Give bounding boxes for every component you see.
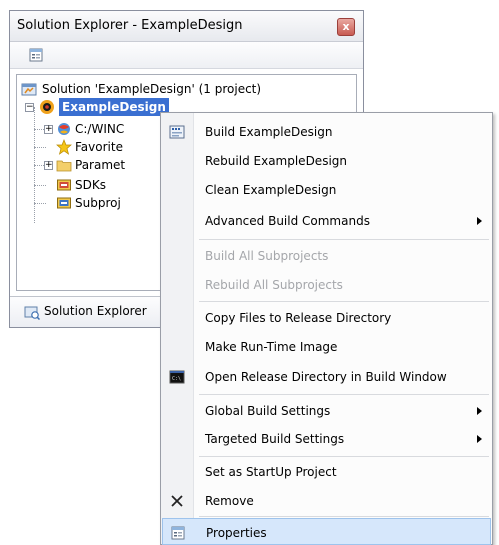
project-icon <box>40 100 54 114</box>
tree-item-solution[interactable]: Solution 'ExampleDesign' (1 project) <box>19 80 349 98</box>
tree-item-os-design[interactable]: + C:/WINC <box>19 120 149 138</box>
menu-item-label: Build ExampleDesign <box>205 125 333 139</box>
tree-item-label: Paramet <box>75 158 126 172</box>
favorites-star-icon <box>56 139 72 155</box>
tree-item-parameters[interactable]: + Paramet <box>19 156 149 174</box>
properties-icon <box>171 526 185 540</box>
menu-item-build[interactable]: Build ExampleDesign <box>162 118 491 146</box>
expand-toggle[interactable]: + <box>44 161 53 170</box>
menu-item-label: Global Build Settings <box>205 404 331 418</box>
menu-item-label: Set as StartUp Project <box>205 465 337 479</box>
menu-item-open-release-directory[interactable]: C:\ Open Release Directory in Build Wind… <box>162 363 491 391</box>
title-bar[interactable]: Solution Explorer - ExampleDesign x <box>10 11 363 42</box>
menu-item-build-all-subprojects: Build All Subprojects <box>162 242 491 270</box>
close-icon: x <box>342 20 350 33</box>
collapse-toggle[interactable]: − <box>25 103 34 112</box>
menu-item-set-startup-project[interactable]: Set as StartUp Project <box>162 458 491 486</box>
menu-separator <box>199 516 489 517</box>
menu-item-label: Open Release Directory in Build Window <box>205 370 447 384</box>
window-title: Solution Explorer - ExampleDesign <box>17 18 243 33</box>
menu-item-targeted-build-settings[interactable]: Targeted Build Settings <box>162 425 491 453</box>
os-design-icon <box>58 123 70 135</box>
menu-item-copy-files[interactable]: Copy Files to Release Directory <box>162 304 491 332</box>
context-menu: Build ExampleDesign Rebuild ExampleDesig… <box>160 112 493 545</box>
folder-icon <box>56 160 72 172</box>
menu-item-label: Build All Subprojects <box>205 249 329 263</box>
submenu-arrow-icon <box>477 435 482 443</box>
menu-item-advanced-build-commands[interactable]: Advanced Build Commands <box>162 207 491 235</box>
menu-item-remove[interactable]: Remove <box>162 487 491 515</box>
menu-item-make-run-time-image[interactable]: Make Run-Time Image <box>162 333 491 361</box>
menu-separator <box>199 301 489 302</box>
bottom-tab-label: Solution Explorer <box>44 304 147 318</box>
menu-item-label: Advanced Build Commands <box>205 214 370 228</box>
build-icon <box>169 125 185 139</box>
menu-item-properties[interactable]: Properties <box>162 518 491 545</box>
subproject-icon <box>57 197 71 209</box>
tree-item-label: Favorite <box>75 140 123 154</box>
console-icon: C:\ <box>169 370 185 384</box>
menu-item-global-build-settings[interactable]: Global Build Settings <box>162 397 491 425</box>
menu-item-label: Make Run-Time Image <box>205 340 338 354</box>
tree-item-sdks[interactable]: SDKs <box>19 176 149 194</box>
expand-toggle[interactable]: + <box>44 125 53 134</box>
menu-item-label: Clean ExampleDesign <box>205 183 337 197</box>
menu-item-label: Targeted Build Settings <box>205 432 345 446</box>
menu-item-label: Remove <box>205 494 254 508</box>
tree-item-label: SDKs <box>75 178 106 192</box>
menu-separator <box>199 239 489 240</box>
menu-item-rebuild[interactable]: Rebuild ExampleDesign <box>162 147 491 175</box>
remove-x-icon <box>171 495 183 507</box>
properties-icon[interactable] <box>28 47 44 63</box>
tree-item-label: C:/WINC <box>75 122 125 136</box>
menu-item-clean[interactable]: Clean ExampleDesign <box>162 176 491 204</box>
submenu-arrow-icon <box>477 407 482 415</box>
toolbar <box>10 42 363 69</box>
menu-item-label: Rebuild All Subprojects <box>205 278 343 292</box>
project-label: ExampleDesign <box>59 98 169 116</box>
sdk-icon <box>57 179 71 191</box>
menu-separator <box>199 456 489 457</box>
menu-separator <box>199 394 489 395</box>
solution-explorer-icon <box>24 306 40 320</box>
menu-item-label: Properties <box>206 526 267 540</box>
close-button[interactable]: x <box>337 18 355 36</box>
solution-icon <box>21 83 37 96</box>
menu-item-label: Rebuild ExampleDesign <box>205 154 347 168</box>
menu-item-label: Copy Files to Release Directory <box>205 311 392 325</box>
solution-label: Solution 'ExampleDesign' (1 project) <box>42 82 262 96</box>
tree-item-subprojects[interactable]: Subproj <box>19 194 149 212</box>
submenu-arrow-icon <box>477 217 482 225</box>
menu-item-rebuild-all-subprojects: Rebuild All Subprojects <box>162 271 491 299</box>
tree-item-label: Subproj <box>75 196 121 210</box>
svg-text:C:\: C:\ <box>172 376 181 382</box>
tree-item-favorites[interactable]: Favorite <box>19 138 149 156</box>
